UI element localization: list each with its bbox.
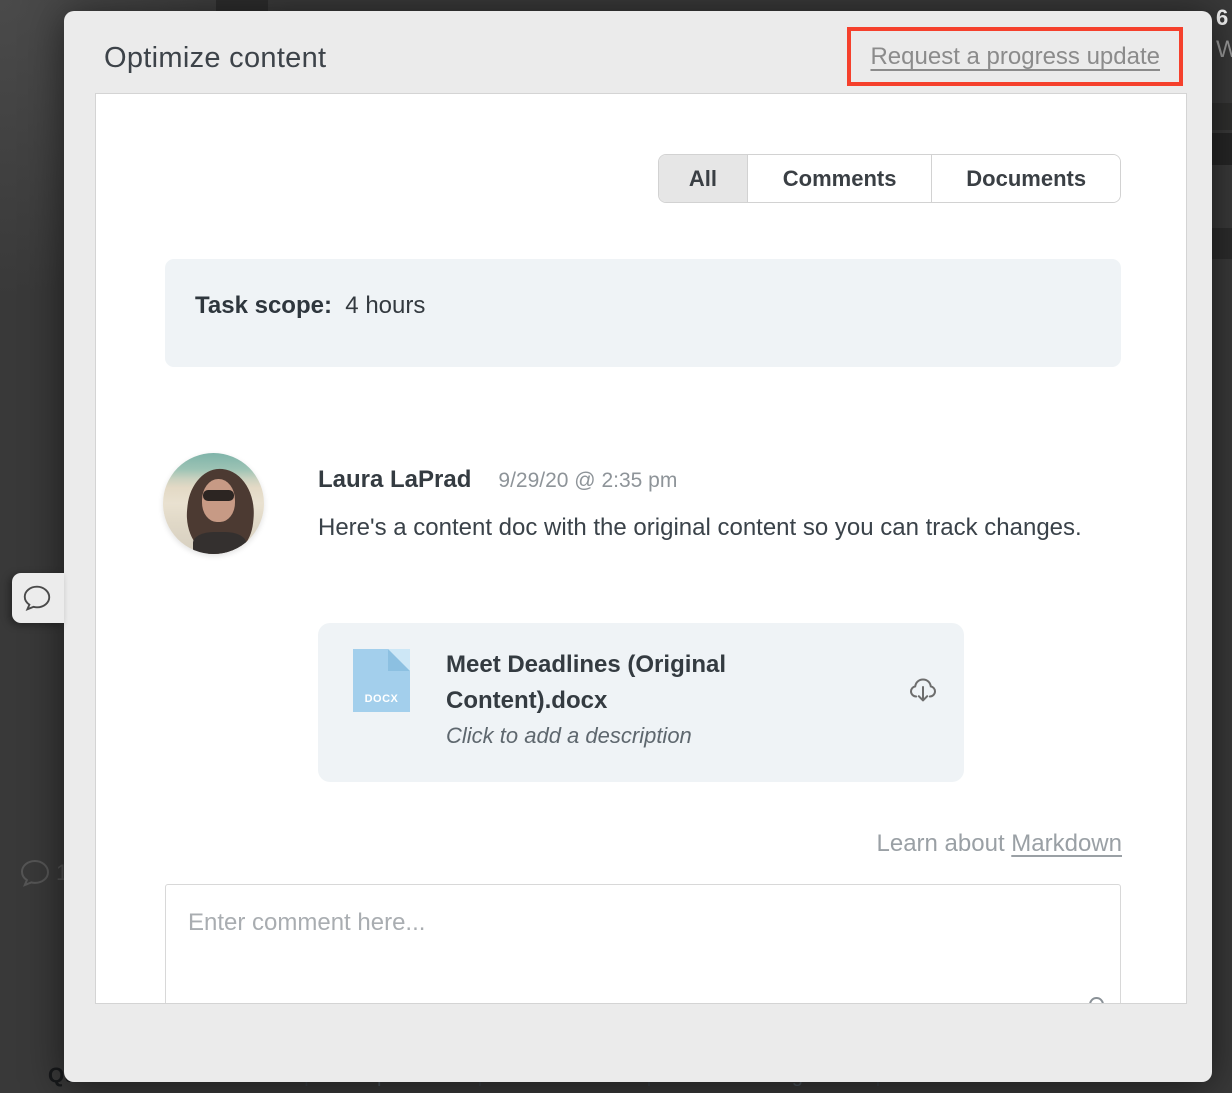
- tab-documents[interactable]: Documents: [931, 155, 1120, 202]
- comment-bubble-icon: [21, 583, 53, 613]
- comment-bubble-icon: [18, 858, 52, 888]
- attachment-filename[interactable]: Meet Deadlines (Original Content).docx: [446, 647, 776, 719]
- docx-file-icon: DOCX: [353, 649, 410, 712]
- comment-text: Here's a content doc with the original c…: [318, 508, 1088, 548]
- annotation-highlight-box: Request a progress update: [847, 27, 1183, 86]
- markdown-hint: Learn about Markdown: [877, 830, 1123, 858]
- comments-side-tab[interactable]: [12, 573, 64, 623]
- cloud-download-icon[interactable]: [908, 675, 938, 705]
- comment-input[interactable]: [165, 884, 1121, 1004]
- background-number-fragment: 6: [1216, 5, 1228, 31]
- tab-all[interactable]: All: [659, 155, 747, 202]
- task-scope-banner: Task scope: 4 hours: [165, 259, 1121, 367]
- task-scope-value-text: 4 hours: [345, 292, 425, 319]
- comment-header: Laura LaPrad 9/29/20 @ 2:35 pm: [318, 466, 677, 494]
- optimize-content-modal: Optimize content Request a progress upda…: [64, 11, 1212, 1082]
- docx-type-label: DOCX: [353, 693, 410, 705]
- screen: 6 W 1 Quick links: Videos | Help Docs | …: [0, 0, 1232, 1093]
- modal-title: Optimize content: [104, 42, 326, 75]
- markdown-hint-prefix: Learn about: [877, 830, 1012, 857]
- comment-timestamp: 9/29/20 @ 2:35 pm: [498, 469, 677, 493]
- comment-author: Laura LaPrad: [318, 466, 471, 494]
- avatar-art: [203, 490, 233, 501]
- tab-comments[interactable]: Comments: [747, 155, 932, 202]
- background-letter-fragment: W: [1216, 36, 1232, 64]
- activity-panel: All Comments Documents Task scope: 4 hou…: [95, 93, 1187, 1004]
- attachment-card[interactable]: DOCX Meet Deadlines (Original Content).d…: [318, 623, 964, 782]
- avatar-art: [193, 532, 246, 554]
- background-row-fragment: [1210, 103, 1232, 130]
- avatar: [163, 453, 264, 554]
- markdown-link[interactable]: Markdown: [1011, 830, 1122, 857]
- background-fragment: [216, 0, 268, 11]
- request-progress-update-link[interactable]: Request a progress update: [870, 43, 1160, 71]
- task-scope-label: Task scope:: [195, 292, 332, 319]
- activity-filter-tabs: All Comments Documents: [658, 154, 1121, 203]
- attachment-description-placeholder[interactable]: Click to add a description: [446, 723, 692, 749]
- comment-count-indicator: 1: [18, 858, 68, 888]
- background-row-fragment: [1210, 133, 1232, 165]
- background-row-fragment: [1210, 228, 1232, 259]
